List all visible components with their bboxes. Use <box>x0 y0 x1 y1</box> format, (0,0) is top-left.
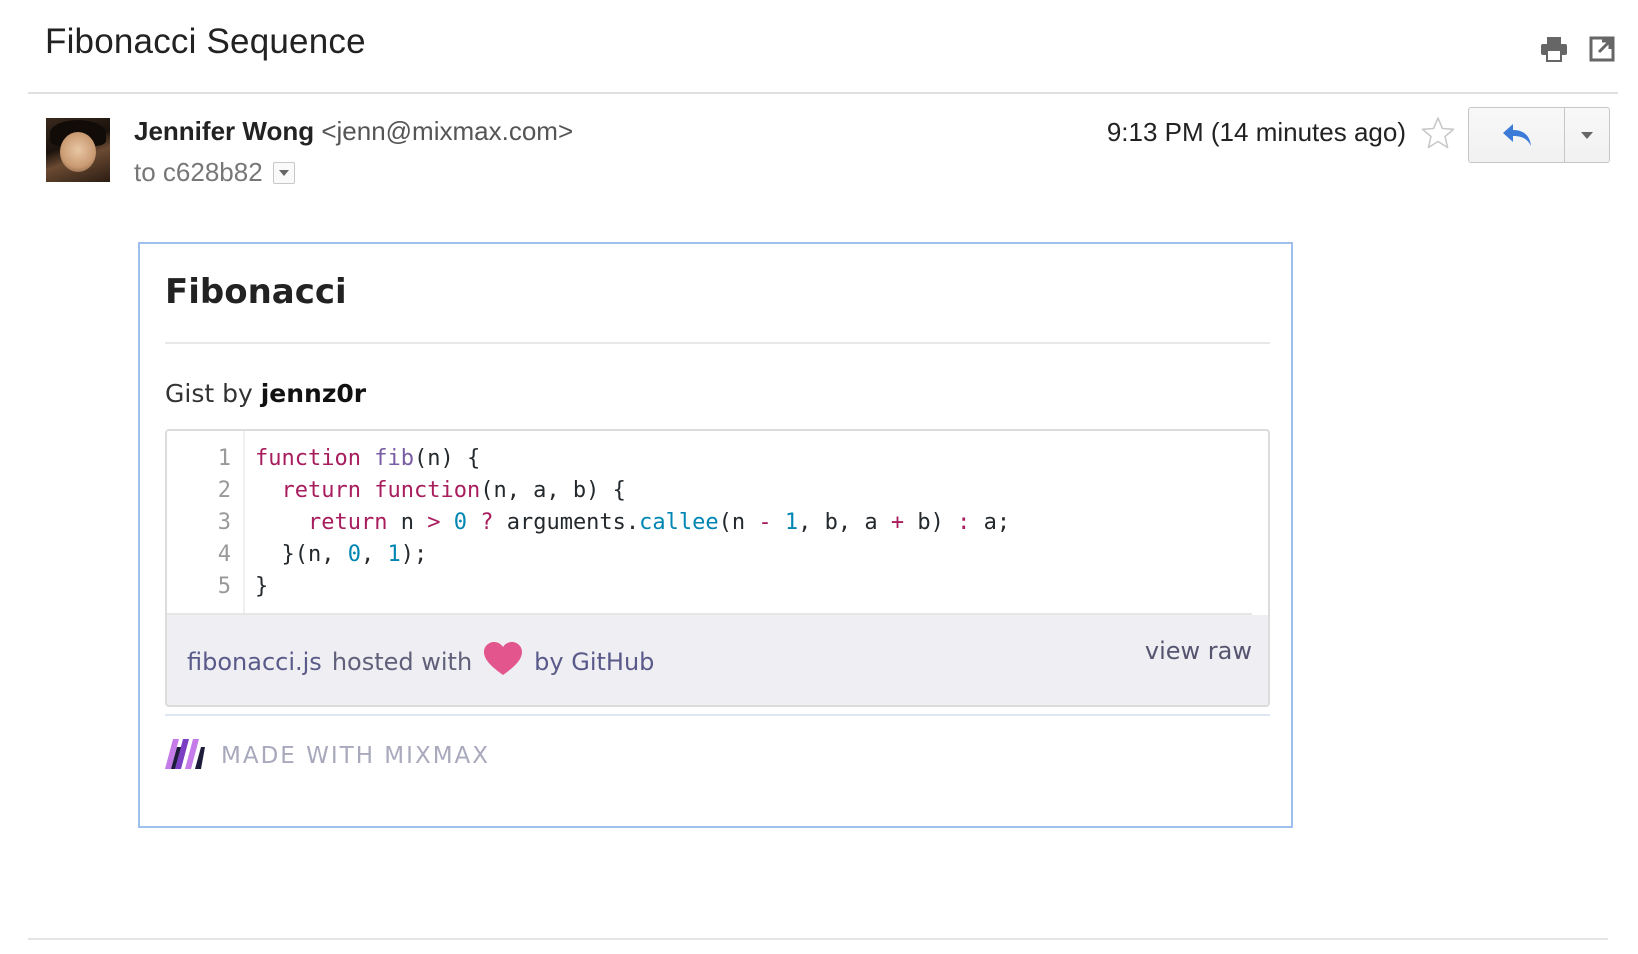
open-in-new-window-icon[interactable] <box>1587 34 1617 64</box>
subject-bar: Fibonacci Sequence <box>45 22 1617 72</box>
github-link[interactable]: by GitHub <box>534 648 654 676</box>
gist-author[interactable]: jennz0r <box>261 379 366 408</box>
print-icon[interactable] <box>1539 34 1569 64</box>
line-number: 1 <box>217 446 231 471</box>
gist-embed: 1 2 3 4 5 function fib(n) { return funct… <box>165 429 1270 707</box>
top-icons <box>1539 34 1617 64</box>
line-number: 2 <box>217 478 231 503</box>
hosted-with-text: hosted with <box>331 648 473 676</box>
gist-by-prefix: Gist by <box>165 379 261 408</box>
view-raw-link[interactable]: view raw <box>1145 637 1252 665</box>
mixmax-logo-icon <box>165 739 205 773</box>
line-number: 5 <box>217 574 231 599</box>
gist-file-link[interactable]: fibonacci.js <box>187 648 322 676</box>
sender-name[interactable]: Jennifer Wong <box>134 116 314 146</box>
gist-footer: fibonacci.js hosted with by GitHub view … <box>167 615 1268 705</box>
chevron-down-icon <box>278 169 289 176</box>
line-number: 3 <box>217 510 231 535</box>
reply-button-group <box>1468 107 1610 163</box>
code-area: 1 2 3 4 5 function fib(n) { return funct… <box>167 431 1252 615</box>
recipient-line: to c628b82 <box>134 157 573 188</box>
code-line: return function(n, a, b) { <box>281 478 626 503</box>
made-with-text: MADE WITH MIXMAX <box>221 743 491 769</box>
sender-block: Jennifer Wong <jenn@mixmax.com> to c628b… <box>134 116 573 188</box>
gist-card: Fibonacci Gist by jennz0r 1 2 3 4 5 func… <box>138 242 1293 828</box>
code-lines: function fib(n) { return function(n, a, … <box>255 443 1010 603</box>
email-subject: Fibonacci Sequence <box>45 22 366 61</box>
card-title: Fibonacci <box>165 272 347 312</box>
sender-line: Jennifer Wong <jenn@mixmax.com> <box>134 116 573 147</box>
sender-email: <jenn@mixmax.com> <box>321 116 574 146</box>
message-timestamp: 9:13 PM (14 minutes ago) <box>1106 117 1406 147</box>
avatar[interactable] <box>46 118 110 182</box>
gist-footer-meta: fibonacci.js hosted with by GitHub <box>187 641 654 683</box>
show-details-dropdown[interactable] <box>272 161 295 184</box>
reply-icon <box>1502 124 1531 146</box>
gist-byline: Gist by jennz0r <box>165 379 366 408</box>
made-with-mixmax[interactable]: MADE WITH MIXMAX <box>165 739 490 773</box>
code-line: }(n, 0, 1); <box>255 542 428 567</box>
code-line: } <box>255 574 269 599</box>
chevron-down-icon <box>1581 131 1593 139</box>
line-numbers: 1 2 3 4 5 <box>167 431 245 613</box>
more-options-button[interactable] <box>1565 108 1609 162</box>
footer-divider <box>28 938 1608 940</box>
recipient-label: to c628b82 <box>134 157 263 187</box>
reply-button[interactable] <box>1469 108 1565 162</box>
header-divider <box>28 92 1618 94</box>
star-icon[interactable] <box>1421 116 1455 150</box>
card-divider <box>165 342 1270 344</box>
line-number: 4 <box>217 542 231 567</box>
code-line: function fib(n) { <box>255 446 481 471</box>
heart-icon <box>482 641 524 683</box>
code-line: return n > 0 ? arguments.callee(n - 1, b… <box>307 510 1011 535</box>
card-divider <box>165 714 1270 716</box>
